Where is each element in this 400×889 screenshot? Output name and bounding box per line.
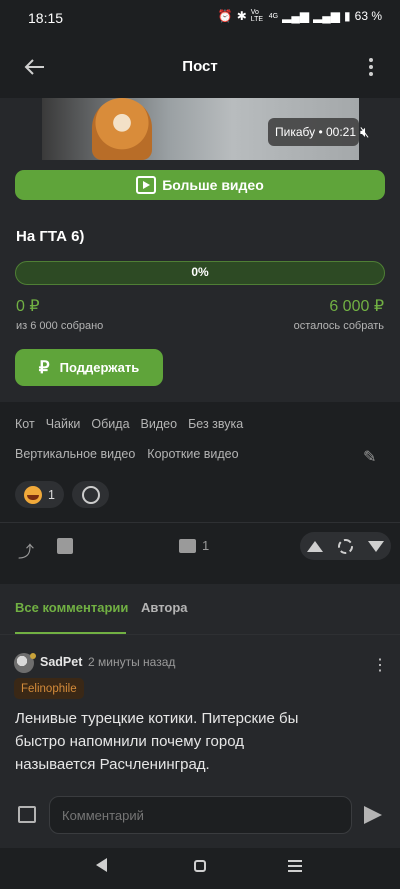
more-video-label: Больше видео	[162, 177, 264, 193]
divider	[0, 634, 400, 635]
post-title: На ГТА 6)	[16, 228, 85, 245]
laughing-emoji-icon	[24, 485, 43, 504]
page-title: Пост	[182, 58, 218, 75]
more-video-button[interactable]: Больше видео	[15, 170, 385, 200]
battery-level: 63 %	[354, 9, 382, 23]
signal-icon: ▂▄▆	[282, 9, 310, 23]
alarm-icon: ⏰	[217, 9, 233, 23]
online-indicator	[30, 653, 36, 659]
tags-row-1: Кот Чайки Обида Видео Без звука	[15, 417, 243, 431]
vote-controls	[300, 532, 391, 560]
send-icon[interactable]	[364, 806, 382, 824]
tag[interactable]: Без звука	[188, 417, 243, 431]
add-image-icon[interactable]	[18, 806, 36, 823]
video-icon	[136, 176, 157, 194]
tag[interactable]: Чайки	[46, 417, 81, 431]
video-thumbnail-cat	[92, 98, 152, 160]
more-vert-icon[interactable]	[368, 57, 374, 77]
comment-timestamp: 2 минуты назад	[88, 655, 176, 669]
nav-recent-apps-icon[interactable]	[288, 860, 302, 872]
support-button[interactable]: ₽ Поддержать	[15, 349, 163, 386]
tag[interactable]: Видео	[141, 417, 178, 431]
tab-all-comments[interactable]: Все комментарии	[15, 600, 128, 615]
comment-username[interactable]: SadPet	[40, 655, 82, 669]
divider	[0, 522, 400, 523]
section-gap	[0, 574, 400, 584]
ruble-icon: ₽	[38, 357, 50, 377]
comment-icon[interactable]	[179, 539, 196, 553]
tag[interactable]: Обида	[91, 417, 129, 431]
tags-row-2: Вертикальное видео Короткие видео	[15, 447, 239, 461]
edit-tags-icon[interactable]: ✎	[363, 447, 376, 467]
save-icon[interactable]	[57, 538, 73, 554]
reaction-chip[interactable]: 1	[15, 481, 64, 508]
reaction-count: 1	[48, 487, 55, 502]
collected-caption: из 6 000 собрано	[16, 320, 104, 332]
comment-input[interactable]	[49, 796, 352, 834]
battery-icon: ▮	[344, 9, 351, 23]
add-reaction-button[interactable]	[72, 481, 109, 508]
tab-author-comments[interactable]: Автора	[141, 600, 188, 615]
signal-icon: ▂▄▆	[313, 9, 341, 23]
tag[interactable]: Кот	[15, 417, 35, 431]
mute-icon[interactable]: 🔇︎	[360, 124, 369, 141]
progress-label: 0%	[191, 265, 209, 279]
remaining-amount: 6 000 ₽	[329, 298, 384, 315]
remaining-caption: осталось собрать	[293, 320, 384, 332]
user-badge: Felinophile	[14, 678, 84, 699]
downvote-icon[interactable]	[367, 540, 384, 552]
support-label: Поддержать	[59, 360, 140, 375]
status-icons: ⏰ ✱ Vo LTE 4G ▂▄▆ ▂▄▆ ▮ 63 %	[218, 9, 382, 23]
tag[interactable]: Короткие видео	[147, 447, 238, 461]
volte-icon: Vo LTE	[250, 9, 264, 23]
network-label: 4G	[268, 12, 279, 20]
share-icon[interactable]: ⤴	[18, 538, 34, 562]
comment-count: 1	[202, 538, 210, 553]
bluetooth-icon: ✱	[236, 9, 247, 23]
comment-text: Ленивые турецкие котики. Питерские бы бы…	[15, 710, 299, 773]
collected-amount: 0 ₽	[16, 298, 40, 315]
upvote-icon[interactable]	[307, 540, 324, 552]
tag[interactable]: Вертикальное видео	[15, 447, 135, 461]
rating-pending-icon	[337, 538, 353, 554]
nav-home-icon[interactable]	[194, 860, 206, 872]
status-time: 18:15	[28, 10, 64, 26]
add-emoji-icon	[81, 485, 100, 504]
video-source-badge: Пикабу • 00:21	[268, 118, 359, 146]
comment-more-icon[interactable]: ⋮	[372, 655, 388, 675]
nav-back-icon[interactable]	[96, 858, 107, 872]
